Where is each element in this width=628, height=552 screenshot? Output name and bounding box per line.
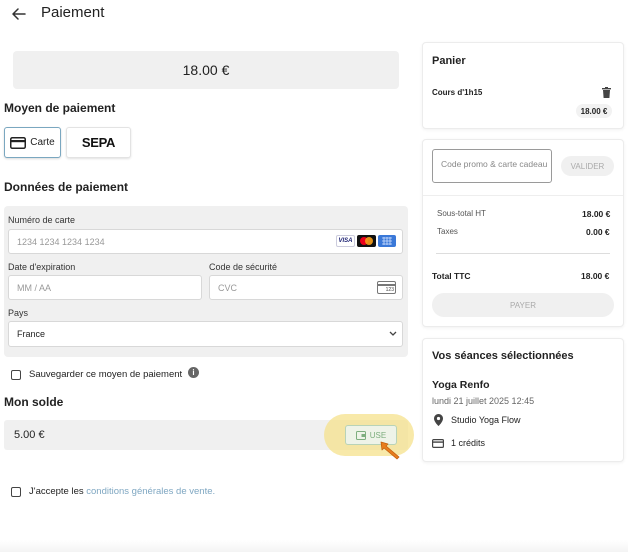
terms-link[interactable]: conditions générales de vente. [86,486,215,497]
cvc-input[interactable]: CVC [209,275,403,300]
chevron-down-icon [389,331,397,336]
subtotal-label: Sous-total HT [437,209,486,218]
card-number-placeholder: 1234 1234 1234 1234 [17,236,105,247]
cart-item-price: 18.00 € [576,104,612,118]
trash-icon[interactable] [602,87,611,98]
visa-icon: VISA [336,235,355,247]
pay-button[interactable]: PAYER [432,293,614,317]
credit-card-icon [10,136,27,149]
mastercard-icon [357,235,376,247]
subtotal-value: 18.00 € [582,209,611,219]
country-select[interactable]: France [8,321,403,347]
session-class-name: Yoga Renfo [432,379,490,391]
promo-apply-label: VALIDER [570,161,605,171]
taxes-value: 0.00 € [586,227,610,237]
taxes-label: Taxes [437,227,458,236]
expiry-label: Date d'expiration [8,262,76,272]
cart-item-name: Cours d'1h15 [432,88,483,97]
session-credits: 1 crédits [451,438,486,448]
arrow-left-icon [12,8,26,20]
session-datetime: lundi 21 juillet 2025 12:45 [432,396,535,406]
visa-text: VISA [338,238,353,244]
location-pin-icon [434,414,443,426]
card-method-button[interactable]: Carte [4,127,61,158]
amount-display: 18.00 € [13,51,399,89]
cvc-badge-text: 123 [385,287,394,293]
page-title: Paiement [41,4,105,21]
amex-icon [378,235,396,247]
terms-text: J'accepte les conditions générales de ve… [29,486,215,497]
sepa-method-button[interactable]: SEPA [66,127,131,158]
balance-value: 5.00 € [14,429,45,441]
promo-apply-button[interactable]: VALIDER [561,156,614,176]
bottom-fade [0,540,628,552]
payment-data-title: Données de paiement [4,180,129,194]
credit-card-icon [432,439,444,448]
totals-divider [436,253,610,254]
payment-method-title: Moyen de paiement [4,101,116,115]
cart-title: Panier [432,55,466,67]
use-balance-label: USE [369,430,387,440]
promo-code-placeholder: Code promo & carte cadeau [441,159,548,169]
balance-title: Mon solde [4,395,64,409]
expiry-placeholder: MM / AA [17,282,52,293]
pay-label: PAYER [510,300,536,310]
save-method-label: Sauvegarder ce moyen de paiement [29,369,183,380]
terms-prefix: J'accepte les [29,486,87,497]
card-number-label: Numéro de carte [8,215,76,225]
back-button[interactable] [8,4,30,24]
wallet-icon [355,430,366,440]
card-method-label: Carte [30,137,55,148]
total-label: Total TTC [432,271,471,281]
session-location: Studio Yoga Flow [451,415,521,425]
cvc-label: Code de sécurité [209,262,278,272]
amount-value: 18.00 € [182,62,230,78]
divider [423,195,623,196]
terms-checkbox[interactable] [11,487,21,497]
cursor-arrow-icon [380,441,400,460]
cvc-placeholder: CVC [218,282,238,293]
info-icon[interactable]: i [188,367,199,378]
save-method-checkbox[interactable] [11,370,21,380]
promo-code-input[interactable]: Code promo & carte cadeau [432,149,552,183]
cvc-card-icon: 123 [377,281,396,294]
country-label: Pays [8,308,29,318]
sepa-logo: SEPA [81,135,116,150]
sessions-title: Vos séances sélectionnées [432,350,574,362]
expiry-input[interactable]: MM / AA [8,275,202,300]
total-value: 18.00 € [581,271,610,281]
country-value: France [17,329,46,339]
